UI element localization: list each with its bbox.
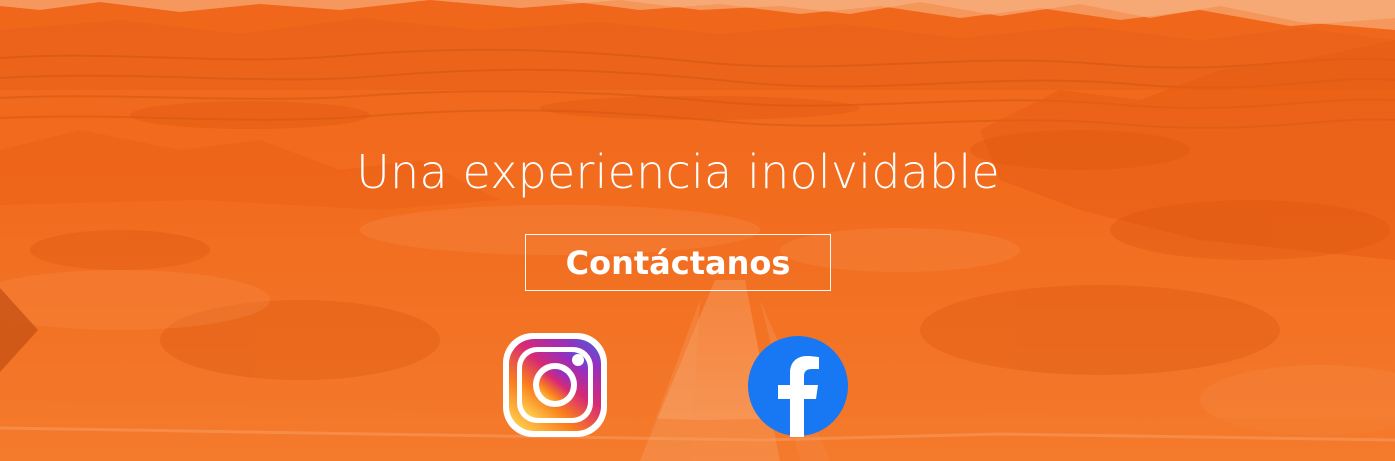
- contact-button[interactable]: Contáctanos: [525, 234, 831, 291]
- facebook-icon: [748, 336, 848, 437]
- facebook-link[interactable]: [747, 335, 849, 437]
- mountain-landscape-background: [0, 0, 1395, 461]
- hero-headline: Una experiencia inolvidable: [356, 145, 1000, 199]
- hero-banner: Una experiencia inolvidable Contáctanos: [0, 0, 1395, 461]
- instagram-link[interactable]: [501, 331, 609, 439]
- instagram-icon: [503, 333, 607, 437]
- side-arrow-decoration: [0, 288, 38, 372]
